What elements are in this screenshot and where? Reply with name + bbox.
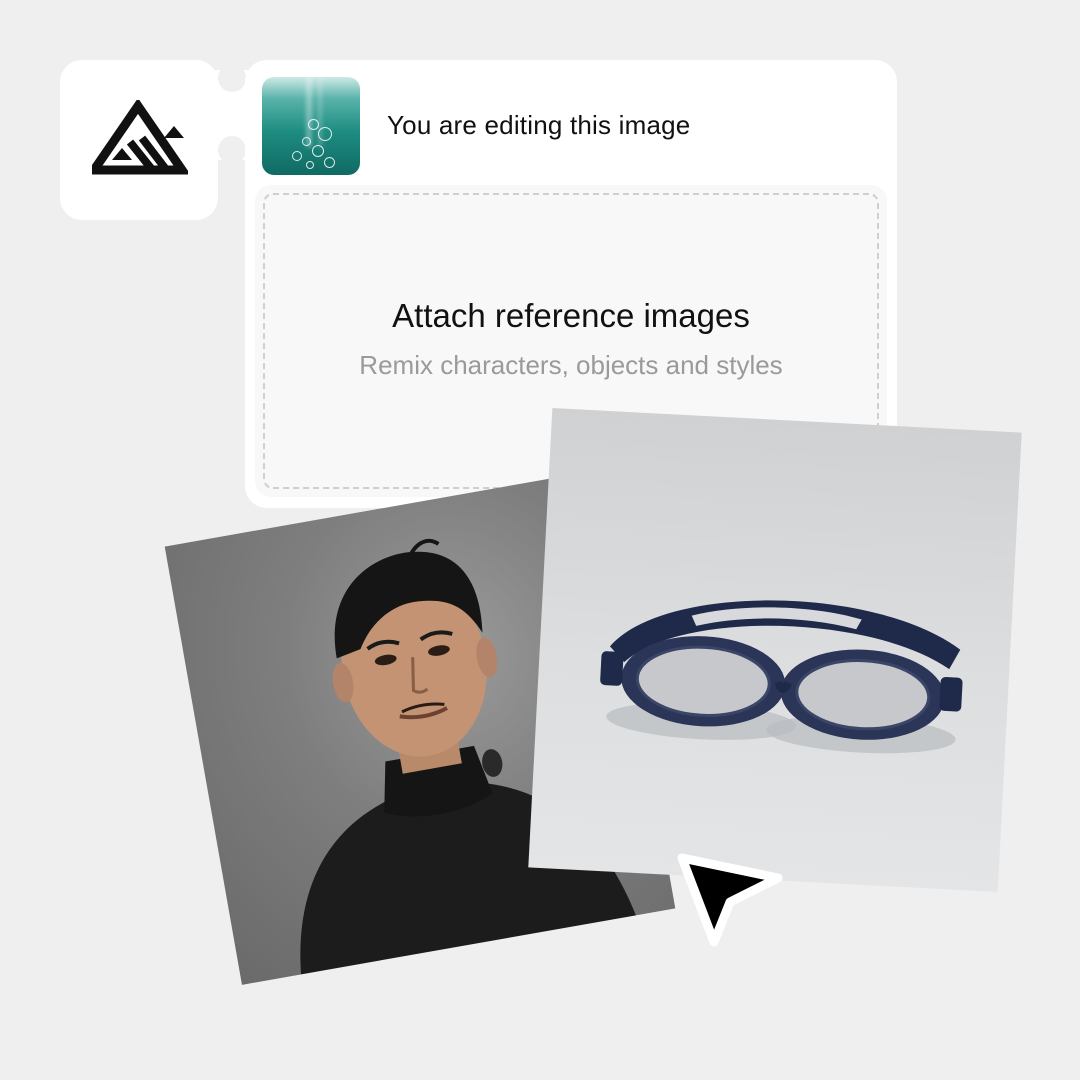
dropzone-title: Attach reference images — [392, 297, 750, 334]
pointer-cursor-icon — [677, 853, 783, 947]
reference-image-goggles[interactable] — [528, 408, 1022, 892]
swim-goggles-illustration — [600, 600, 963, 754]
editing-title: You are editing this image — [387, 110, 691, 140]
app-logo-card[interactable] — [60, 60, 218, 220]
app-logo-icon — [92, 100, 188, 175]
dropzone-subtitle: Remix characters, objects and styles — [359, 350, 783, 380]
current-image-thumbnail[interactable] — [262, 77, 360, 175]
